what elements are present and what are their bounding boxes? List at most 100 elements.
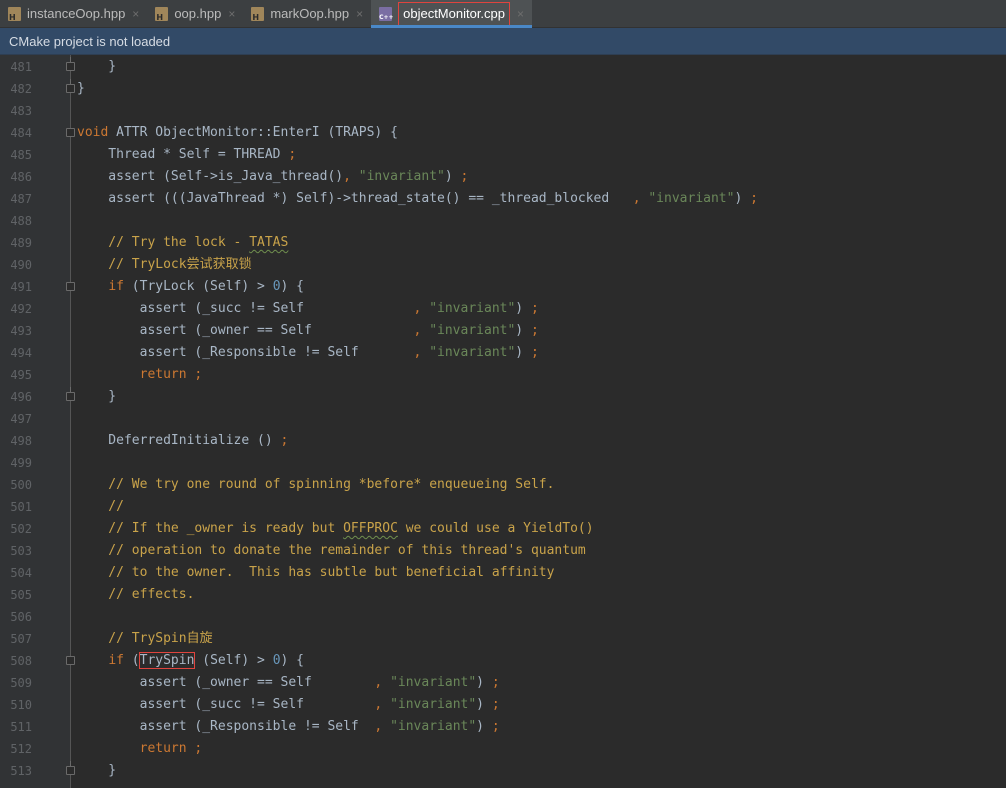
code-line[interactable]: 500 // We try one round of spinning *bef…	[0, 474, 1006, 496]
string-token: "invariant"	[429, 345, 516, 360]
code-text: assert (Self->is_Java_thread(), "invaria…	[77, 166, 468, 188]
code-line[interactable]: 499	[0, 452, 1006, 474]
tab-objectmonitor-cpp[interactable]: objectMonitor.cpp ×	[371, 0, 533, 28]
tab-label: objectMonitor.cpp	[398, 1, 511, 26]
line-number: 495	[10, 368, 32, 382]
code-line[interactable]: 494 assert (_Responsible != Self , "inva…	[0, 342, 1006, 364]
code-line[interactable]: 510 assert (_succ != Self , "invariant")…	[0, 694, 1006, 716]
keyword-token: ;	[491, 675, 500, 690]
line-number: 501	[10, 500, 32, 514]
fold-end-icon[interactable]	[66, 761, 75, 775]
tab-markoop-hpp[interactable]: markOop.hpp ×	[243, 0, 371, 27]
line-number: 489	[10, 236, 32, 250]
code-text: assert (_succ != Self , "invariant") ;	[77, 298, 539, 320]
code-token: ) {	[280, 279, 304, 294]
code-line[interactable]: 481 }	[0, 56, 1006, 78]
line-number: 494	[10, 346, 32, 360]
code-token: DeferredInitialize ()	[77, 433, 281, 448]
keyword-token: if	[108, 653, 124, 668]
cmake-notification-text: CMake project is not loaded	[9, 33, 171, 49]
code-line[interactable]: 484 void ATTR ObjectMonitor::EnterI (TRAP…	[0, 122, 1006, 144]
code-line[interactable]: 513 }	[0, 760, 1006, 782]
fold-toggle-icon[interactable]	[66, 282, 75, 291]
line-number: 487	[10, 192, 32, 206]
code-line[interactable]: 482}	[0, 78, 1006, 100]
fold-end-icon[interactable]	[66, 57, 75, 71]
header-file-icon	[8, 6, 21, 22]
line-number: 493	[10, 324, 32, 338]
string-token: "invariant"	[648, 191, 735, 206]
line-number: 510	[10, 698, 32, 712]
code-text: if (TryLock (Self) > 0) {	[77, 276, 304, 298]
close-icon[interactable]: ×	[132, 7, 139, 21]
code-token: (TryLock (Self) >	[123, 279, 273, 294]
close-icon[interactable]: ×	[356, 7, 363, 21]
fold-end-icon[interactable]	[66, 387, 75, 401]
code-line[interactable]: 490 // TryLock尝试获取锁	[0, 254, 1006, 276]
line-number: 500	[10, 478, 32, 492]
close-icon[interactable]: ×	[517, 7, 524, 21]
code-text: assert (_owner == Self , "invariant") ;	[77, 320, 539, 342]
code-text: Thread * Self = THREAD ;	[77, 144, 296, 166]
string-token: "invariant"	[390, 675, 477, 690]
fold-end-icon[interactable]	[66, 79, 75, 93]
tab-oop-hpp[interactable]: oop.hpp ×	[147, 0, 243, 27]
code-editor[interactable]: 481 } 482} 483 484 void ATTR ObjectMonitor::…	[0, 55, 1006, 788]
line-number: 491	[10, 280, 32, 294]
tab-instanceoop-hpp[interactable]: instanceOop.hpp ×	[0, 0, 147, 27]
comment-token: we could use a YieldTo()	[397, 521, 594, 536]
line-number: 507	[10, 632, 32, 646]
code-text: // to the owner. This has subtle but ben…	[77, 562, 554, 584]
line-number: 486	[10, 170, 32, 184]
code-line[interactable]: 497	[0, 408, 1006, 430]
code-text: }	[77, 760, 116, 782]
code-line[interactable]: 492 assert (_succ != Self , "invariant")…	[0, 298, 1006, 320]
keyword-token: return ;	[139, 367, 203, 382]
code-line[interactable]: 493 assert (_owner == Self , "invariant"…	[0, 320, 1006, 342]
code-text: // TrySpin自旋	[77, 628, 212, 650]
string-token: "invariant"	[390, 719, 477, 734]
close-icon[interactable]: ×	[228, 7, 235, 21]
code-line[interactable]: 491 if (TryLock (Self) > 0) {	[0, 276, 1006, 298]
code-line[interactable]: 505 // effects.	[0, 584, 1006, 606]
code-line[interactable]: 503 // operation to donate the remainder…	[0, 540, 1006, 562]
line-number: 512	[10, 742, 32, 756]
fold-toggle-icon[interactable]	[66, 128, 75, 137]
code-line[interactable]: 483	[0, 100, 1006, 122]
code-line[interactable]: 511 assert (_Responsible != Self , "inva…	[0, 716, 1006, 738]
comment-token: //	[77, 499, 124, 514]
code-text: assert (((JavaThread *) Self)->thread_st…	[77, 188, 758, 210]
code-line[interactable]: 502 // If the _owner is ready but OFFPRO…	[0, 518, 1006, 540]
string-token: "invariant"	[358, 169, 445, 184]
line-number: 485	[10, 148, 32, 162]
code-line[interactable]: 495 return ;	[0, 364, 1006, 386]
code-line[interactable]: 512 return ;	[0, 738, 1006, 760]
code-line[interactable]: 504 // to the owner. This has subtle but…	[0, 562, 1006, 584]
line-number: 502	[10, 522, 32, 536]
code-line[interactable]: 488	[0, 210, 1006, 232]
code-line[interactable]: 485 Thread * Self = THREAD ;	[0, 144, 1006, 166]
code-line[interactable]: 508 if (TrySpin (Self) > 0) {	[0, 650, 1006, 672]
code-line[interactable]: 487 assert (((JavaThread *) Self)->threa…	[0, 188, 1006, 210]
keyword-token: ,	[343, 169, 351, 184]
code-line[interactable]: 496 }	[0, 386, 1006, 408]
code-line[interactable]: 498 DeferredInitialize () ;	[0, 430, 1006, 452]
keyword-token: if	[108, 279, 124, 294]
code-line[interactable]: 489 // Try the lock - TATAS	[0, 232, 1006, 254]
code-line[interactable]: 486 assert (Self->is_Java_thread(), "inv…	[0, 166, 1006, 188]
string-token: "invariant"	[429, 301, 516, 316]
code-token: )	[476, 697, 492, 712]
code-line[interactable]: 509 assert (_owner == Self , "invariant"…	[0, 672, 1006, 694]
code-token: )	[476, 719, 492, 734]
line-number: 504	[10, 566, 32, 580]
code-line[interactable]: 506	[0, 606, 1006, 628]
keyword-token: ;	[460, 169, 469, 184]
line-number: 482	[10, 82, 32, 96]
code-text: void ATTR ObjectMonitor::EnterI (TRAPS) …	[77, 122, 398, 144]
line-number: 497	[10, 412, 32, 426]
code-line[interactable]: 507 // TrySpin自旋	[0, 628, 1006, 650]
fold-toggle-icon[interactable]	[66, 656, 75, 665]
code-line[interactable]: 501 //	[0, 496, 1006, 518]
